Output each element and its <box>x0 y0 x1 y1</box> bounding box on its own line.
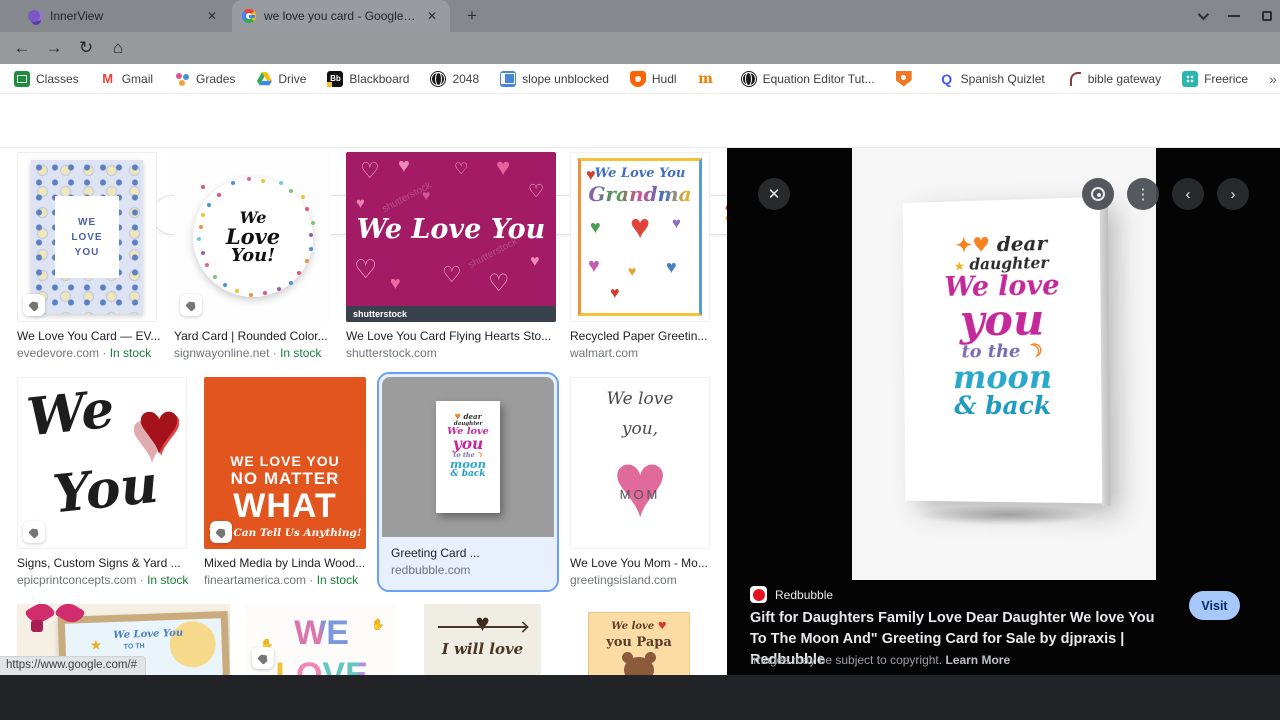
bookmark-bible-gateway[interactable]: bible gateway <box>1066 71 1161 87</box>
result-caption[interactable]: Recycled Paper Greetin... walmart.com <box>570 329 720 360</box>
result-image-flying-hearts[interactable]: ♡ ♥ ♡ ♥ ♡ ♥ ♥ ♡ ♥ ♡ ♡ ♥ shutterstock shu… <box>346 152 556 322</box>
shutterstock-bar: shutterstock <box>346 306 556 322</box>
product-tag-icon <box>210 521 232 543</box>
image-preview-panel: ✦♥ dear ★ daughter We love you to the ☽ … <box>727 148 1280 675</box>
learn-more-link[interactable]: Learn More <box>945 653 1010 667</box>
bookmark-moodle[interactable]: m <box>698 71 720 87</box>
bookmark-freerice[interactable]: Freerice <box>1182 70 1248 87</box>
source-row[interactable]: Redbubble <box>750 586 833 603</box>
result-image-arrow-heart[interactable]: ♥ I will love <box>424 604 541 675</box>
freerice-icon <box>1182 70 1199 87</box>
confetti-art <box>201 185 205 189</box>
refresh-button[interactable]: ↻ <box>74 36 98 60</box>
tab-close-icon[interactable]: ✕ <box>204 8 220 24</box>
status-url-bubble: https://www.google.com/# <box>0 656 147 675</box>
tab-strip: InnerView ✕ we love you card - Google Se… <box>0 0 1280 32</box>
window-controls <box>1197 0 1272 32</box>
globe-icon <box>430 70 447 87</box>
lens-search-icon[interactable] <box>1082 178 1114 210</box>
bookmark-drive[interactable]: Drive <box>256 71 306 87</box>
bookmark-gmail[interactable]: M Gmail <box>100 71 153 87</box>
result-image-no-matter-what[interactable]: WE LOVE YOU NO MATTER WHAT You Can Tell … <box>204 377 366 549</box>
result-caption[interactable]: Signs, Custom Signs & Yard ... epicprint… <box>17 556 192 587</box>
bookmark-hudl[interactable]: Hudl <box>629 70 677 87</box>
bookmarks-bar: Classes M Gmail Grades Drive Bb Blackboard… <box>0 64 1280 94</box>
result-image-selected-redbubble[interactable]: ♥ dear daughter We love you to the ☽ moo… <box>377 372 559 592</box>
google-favicon-icon <box>242 9 256 23</box>
tab-google-search[interactable]: we love you card - Google Search ✕ <box>232 0 450 32</box>
result-caption[interactable]: We Love You Card Flying Hearts Sto... sh… <box>346 329 560 360</box>
bookmark-shield[interactable] <box>895 70 918 87</box>
result-image-papa-bear[interactable]: We love ♥ you Papa <box>578 604 700 675</box>
arrow-art <box>438 626 526 628</box>
browser-toolbar: ← → ↻ ⌂ google.com/search?q=we+love+you+… <box>0 32 1280 92</box>
home-button[interactable]: ⌂ <box>106 36 130 60</box>
slope-icon <box>500 70 517 87</box>
next-image-icon[interactable]: › <box>1217 178 1249 210</box>
tab-title: InnerView <box>50 9 104 23</box>
bookmark-classes[interactable]: Classes <box>14 70 79 87</box>
bible-gateway-icon <box>1066 71 1082 87</box>
tab-title: we love you card - Google Search <box>264 9 416 23</box>
product-tag-icon <box>23 521 45 543</box>
result-image-owl-card[interactable]: WE LOVE YOU <box>17 152 157 322</box>
gmail-icon: M <box>102 71 114 86</box>
search-header: Google REGISTER TO VOTE! we love you car… <box>0 94 1280 236</box>
result-caption[interactable]: Mixed Media by Linda Wood... fineartamer… <box>204 556 372 587</box>
blackboard-icon: Bb <box>327 70 344 87</box>
preview-stage: ✦♥ dear ★ daughter We love you to the ☽ … <box>852 148 1156 580</box>
grades-icon <box>174 71 190 87</box>
moodle-icon: m <box>698 70 713 87</box>
result-image-we-heart-you[interactable]: We ♥ You <box>17 377 187 549</box>
tab-search-icon[interactable] <box>1197 8 1210 21</box>
bookmark-equation-editor[interactable]: Equation Editor Tut... <box>740 70 875 87</box>
minimize-icon[interactable] <box>1228 15 1240 17</box>
result-caption-selected[interactable]: Greeting Card ... redbubble.com <box>379 542 557 581</box>
new-tab-button[interactable]: + <box>460 4 484 28</box>
globe-icon <box>740 70 757 87</box>
result-image-colorful-letters[interactable]: WE LOVE ✋ ✋ <box>246 604 397 675</box>
bookmarks-overflow-icon[interactable]: » <box>1269 71 1277 87</box>
restore-icon[interactable] <box>1262 11 1272 21</box>
mini-card-art: ♥ dear daughter We love you to the ☽ moo… <box>436 401 500 513</box>
result-caption[interactable]: Yard Card | Rounded Color... signwayonli… <box>174 329 334 360</box>
bookmark-grades[interactable]: Grades <box>174 71 235 87</box>
result-image-grandma-card[interactable]: We Love You Grandma ♥ ♥ ♥ ♥ ♥ ♥ ♥ ♥ <box>570 152 710 322</box>
innerview-favicon-icon <box>28 10 40 22</box>
screen: InnerView ✕ we love you card - Google Se… <box>0 0 1280 720</box>
product-tag-icon <box>23 294 45 316</box>
tab-innerview[interactable]: InnerView ✕ <box>18 0 230 32</box>
drive-icon <box>256 71 272 87</box>
shield-icon <box>895 70 912 87</box>
forward-button[interactable]: → <box>42 36 66 60</box>
more-options-icon[interactable]: ⋮ <box>1127 178 1159 210</box>
bookmark-slope[interactable]: slope unblocked <box>500 70 609 87</box>
visit-button[interactable]: Visit <box>1189 591 1240 620</box>
product-tag-icon <box>252 647 274 669</box>
bookmark-2048[interactable]: 2048 <box>430 70 479 87</box>
bookmark-blackboard[interactable]: Bb Blackboard <box>327 70 409 87</box>
shelf: + US 10:39 <box>0 675 1280 720</box>
close-preview-icon[interactable]: ✕ <box>758 178 790 210</box>
preview-footer: Redbubble Visit Gift for Daughters Famil… <box>727 580 1280 675</box>
bear-art <box>622 652 656 675</box>
hudl-icon <box>629 70 646 87</box>
product-tag-icon <box>180 294 202 316</box>
redbubble-icon <box>750 586 767 603</box>
quizlet-icon: Q <box>941 70 953 87</box>
tab-close-icon[interactable]: ✕ <box>424 8 440 24</box>
result-caption[interactable]: We Love You Card — EV... evedevore.com ·… <box>17 329 167 360</box>
classes-icon <box>14 70 30 87</box>
preview-card-art[interactable]: ✦♥ dear ★ daughter We love you to the ☽ … <box>902 196 1105 504</box>
result-image-round-yard-card[interactable]: We Love You! <box>174 152 331 322</box>
result-image-mom-heart[interactable]: We love you, ♥ MOM <box>570 377 710 549</box>
pink-heart: ♥ <box>612 434 668 536</box>
bookmark-quizlet[interactable]: Q Spanish Quizlet <box>939 71 1045 87</box>
back-button[interactable]: ← <box>10 36 34 60</box>
copyright-note: Images may be subject to copyright. <box>750 653 943 667</box>
result-caption[interactable]: We Love You Mom - Mo... greetingsisland.… <box>570 556 720 587</box>
previous-image-icon[interactable]: ‹ <box>1172 178 1204 210</box>
